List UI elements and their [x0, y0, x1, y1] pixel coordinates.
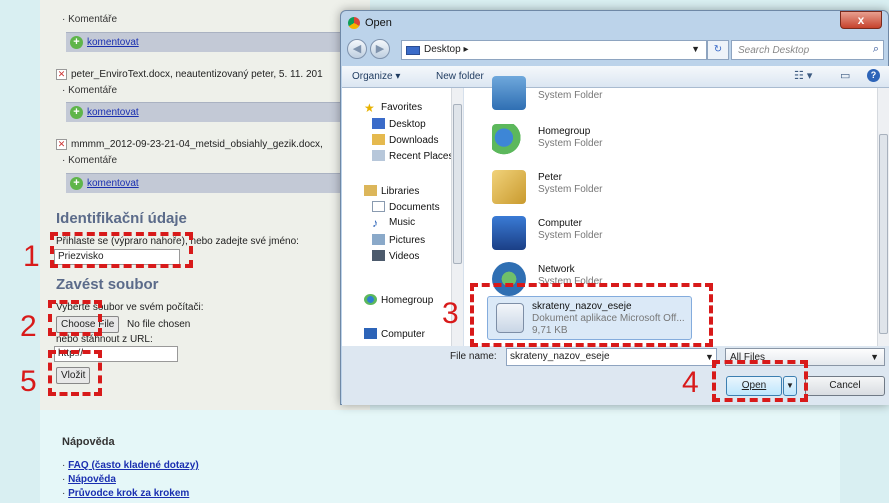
- annotation-box-5: [48, 350, 102, 396]
- file-name-label: File name:: [450, 351, 497, 362]
- homegroup-icon: [492, 124, 526, 158]
- comments-label: · Komentáře: [62, 155, 118, 166]
- file-row: ✕ peter_EnviroText.docx, neautentizovaný …: [56, 69, 323, 81]
- recent-places-icon: [372, 150, 385, 161]
- comment-link[interactable]: komentovat: [87, 107, 139, 118]
- comments-label: · Komentáře: [62, 14, 118, 25]
- desktop-icon: [406, 46, 420, 55]
- dialog-titlebar[interactable]: Open x: [341, 11, 888, 35]
- annotation-box-2: [48, 300, 102, 336]
- file-item-peter[interactable]: Peter System Folder: [472, 166, 732, 210]
- search-input[interactable]: Search Desktop ⌕: [731, 40, 884, 60]
- nav-documents[interactable]: Documents: [372, 201, 440, 213]
- search-icon[interactable]: ⌕: [873, 43, 879, 56]
- nav-homegroup[interactable]: Homegroup: [364, 294, 433, 306]
- help-title: Nápověda: [62, 436, 115, 448]
- pictures-icon: [372, 234, 385, 245]
- nav-bar: ◀ ▶ Desktop ▸ ▼ ↻ Search Desktop ⌕: [341, 39, 888, 61]
- address-bar[interactable]: Desktop ▸ ▼: [401, 40, 707, 60]
- files-scrollbar[interactable]: [877, 88, 889, 346]
- annotation-4: 4: [682, 366, 699, 399]
- help-link-guide[interactable]: · Průvodce krok za krokem: [62, 488, 189, 499]
- help-link-help[interactable]: · Nápověda: [62, 474, 116, 485]
- view-options-icon[interactable]: ☷ ▾: [794, 69, 812, 82]
- annotation-box-4: [712, 360, 808, 402]
- nav-videos[interactable]: Videos: [372, 250, 419, 262]
- file-item-computer[interactable]: Computer System Folder: [472, 212, 732, 256]
- star-icon: ★: [364, 101, 375, 115]
- file-name-field[interactable]: skrateny_nazov_eseje: [506, 348, 717, 366]
- comments-label: · Komentáře: [62, 85, 118, 96]
- help-link-faq[interactable]: · FAQ (často kladené dotazy): [62, 460, 199, 471]
- dialog-title: Open: [365, 17, 392, 29]
- annotation-5: 5: [20, 365, 37, 398]
- nav-libraries[interactable]: Libraries: [364, 185, 419, 197]
- delete-file-icon[interactable]: ✕: [56, 69, 67, 80]
- comment-link[interactable]: komentovat: [87, 37, 139, 48]
- add-comment-icon[interactable]: +: [70, 106, 83, 119]
- chrome-icon: [348, 17, 360, 29]
- chevron-down-icon: ▼: [870, 352, 879, 362]
- cancel-button[interactable]: Cancel: [805, 376, 885, 396]
- annotation-box-3: [470, 283, 713, 347]
- attach-title: Zavést soubor: [56, 276, 159, 293]
- add-comment-icon[interactable]: +: [70, 177, 83, 190]
- file-row: ✕ mmmm_2012-09-23-21-04_metsid_obsiahly_g…: [56, 139, 323, 151]
- refresh-icon[interactable]: ↻: [707, 40, 729, 60]
- preview-pane-icon[interactable]: ▭: [840, 69, 850, 82]
- identification-title: Identifikační údaje: [56, 210, 187, 227]
- forward-button[interactable]: ▶: [370, 39, 390, 59]
- add-comment-icon[interactable]: +: [70, 36, 83, 49]
- system-folder-icon: [492, 76, 526, 110]
- file-item[interactable]: System Folder: [472, 72, 732, 116]
- organize-menu[interactable]: Organize ▾: [352, 71, 400, 82]
- nav-downloads[interactable]: Downloads: [372, 134, 438, 146]
- close-button[interactable]: x: [840, 11, 882, 29]
- nav-scroll-thumb[interactable]: [453, 104, 462, 264]
- annotation-box-1: [50, 232, 193, 268]
- back-button[interactable]: ◀: [347, 39, 367, 59]
- nav-desktop[interactable]: Desktop: [372, 118, 426, 130]
- no-file-label: No file chosen: [127, 319, 191, 330]
- user-folder-icon: [492, 170, 526, 204]
- downloads-icon: [372, 134, 385, 145]
- desktop-icon: [372, 118, 385, 129]
- annotation-2: 2: [20, 310, 37, 343]
- file-item-homegroup[interactable]: Homegroup System Folder: [472, 120, 732, 164]
- libraries-icon: [364, 185, 377, 196]
- files-scroll-thumb[interactable]: [879, 134, 888, 334]
- nav-pictures[interactable]: Pictures: [372, 234, 425, 246]
- nav-computer[interactable]: Computer: [364, 328, 425, 340]
- chevron-down-icon[interactable]: ▼: [691, 44, 700, 54]
- address-text: Desktop: [424, 44, 461, 55]
- videos-icon: [372, 250, 385, 261]
- comment-bar: + komentovat: [66, 32, 356, 52]
- comment-link[interactable]: komentovat: [87, 178, 139, 189]
- help-icon[interactable]: ?: [867, 69, 880, 82]
- computer-icon: [492, 216, 526, 250]
- homegroup-icon: [364, 294, 377, 305]
- nav-favorites[interactable]: ★ Favorites: [364, 102, 422, 114]
- delete-file-icon[interactable]: ✕: [56, 139, 67, 150]
- documents-icon: [372, 201, 385, 212]
- annotation-3: 3: [442, 297, 459, 330]
- comment-bar: + komentovat: [66, 102, 356, 122]
- search-placeholder: Search Desktop: [738, 45, 810, 56]
- computer-icon: [364, 328, 377, 339]
- nav-recent-places[interactable]: Recent Places: [372, 150, 453, 162]
- music-icon: ♪: [372, 216, 378, 230]
- comment-bar: + komentovat: [66, 173, 356, 193]
- nav-music[interactable]: ♪ Music: [372, 217, 415, 229]
- annotation-1: 1: [23, 240, 40, 273]
